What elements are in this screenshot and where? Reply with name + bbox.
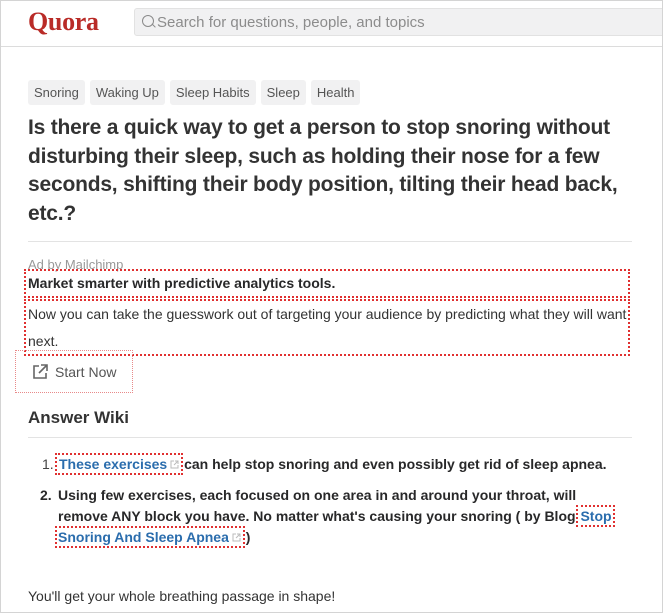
question-title: Is there a quick way to get a person to … [28, 116, 618, 225]
wiki-list-item: 2. Using few exercises, each focused on … [28, 485, 628, 548]
answer-wiki-heading: Answer Wiki [28, 408, 129, 427]
topic-tags: Snoring Waking Up Sleep Habits Sleep Hea… [28, 80, 361, 105]
ad-title[interactable]: Market smarter with predictive analytics… [24, 269, 630, 298]
topic-tag-sleep[interactable]: Sleep [260, 80, 306, 105]
start-now-label: Start Now [55, 363, 117, 380]
search-icon [142, 15, 154, 27]
answer-wiki-list: 1. These exercises can help stop snoring… [28, 453, 628, 558]
topic-tag-sleep-habits[interactable]: Sleep Habits [169, 80, 256, 105]
search-bar[interactable] [134, 8, 662, 36]
list-number: 2. [40, 487, 52, 503]
quora-logo[interactable]: Quora [28, 7, 99, 37]
top-header: Quora [1, 1, 662, 47]
answer-wiki-footer-text: You'll get your whole breathing passage … [28, 588, 336, 604]
external-link-icon [33, 363, 48, 379]
divider [28, 241, 632, 242]
external-link-icon [170, 460, 179, 469]
these-exercises-link[interactable]: These exercises [54, 453, 184, 475]
item-text-end: ) [241, 529, 251, 545]
start-now-button[interactable]: Start Now [15, 350, 133, 393]
item-text: can help stop snoring and even possibly … [180, 456, 607, 472]
search-input[interactable] [157, 9, 657, 35]
wiki-list-item: 1. These exercises can help stop snoring… [28, 453, 628, 475]
topic-tag-snoring[interactable]: Snoring [28, 80, 85, 105]
external-link-icon [232, 533, 241, 542]
topic-tag-health[interactable]: Health [310, 80, 361, 105]
divider [28, 437, 632, 438]
item-text: Using few exercises, each focused on one… [58, 487, 580, 524]
page-frame: Quora Snoring Waking Up Sleep Habits Sle… [0, 0, 663, 613]
ad-body[interactable]: Now you can take the guesswork out of ta… [24, 299, 630, 356]
list-number: 1. [42, 456, 54, 472]
topic-tag-waking-up[interactable]: Waking Up [89, 80, 165, 105]
link-text: These exercises [59, 456, 168, 472]
